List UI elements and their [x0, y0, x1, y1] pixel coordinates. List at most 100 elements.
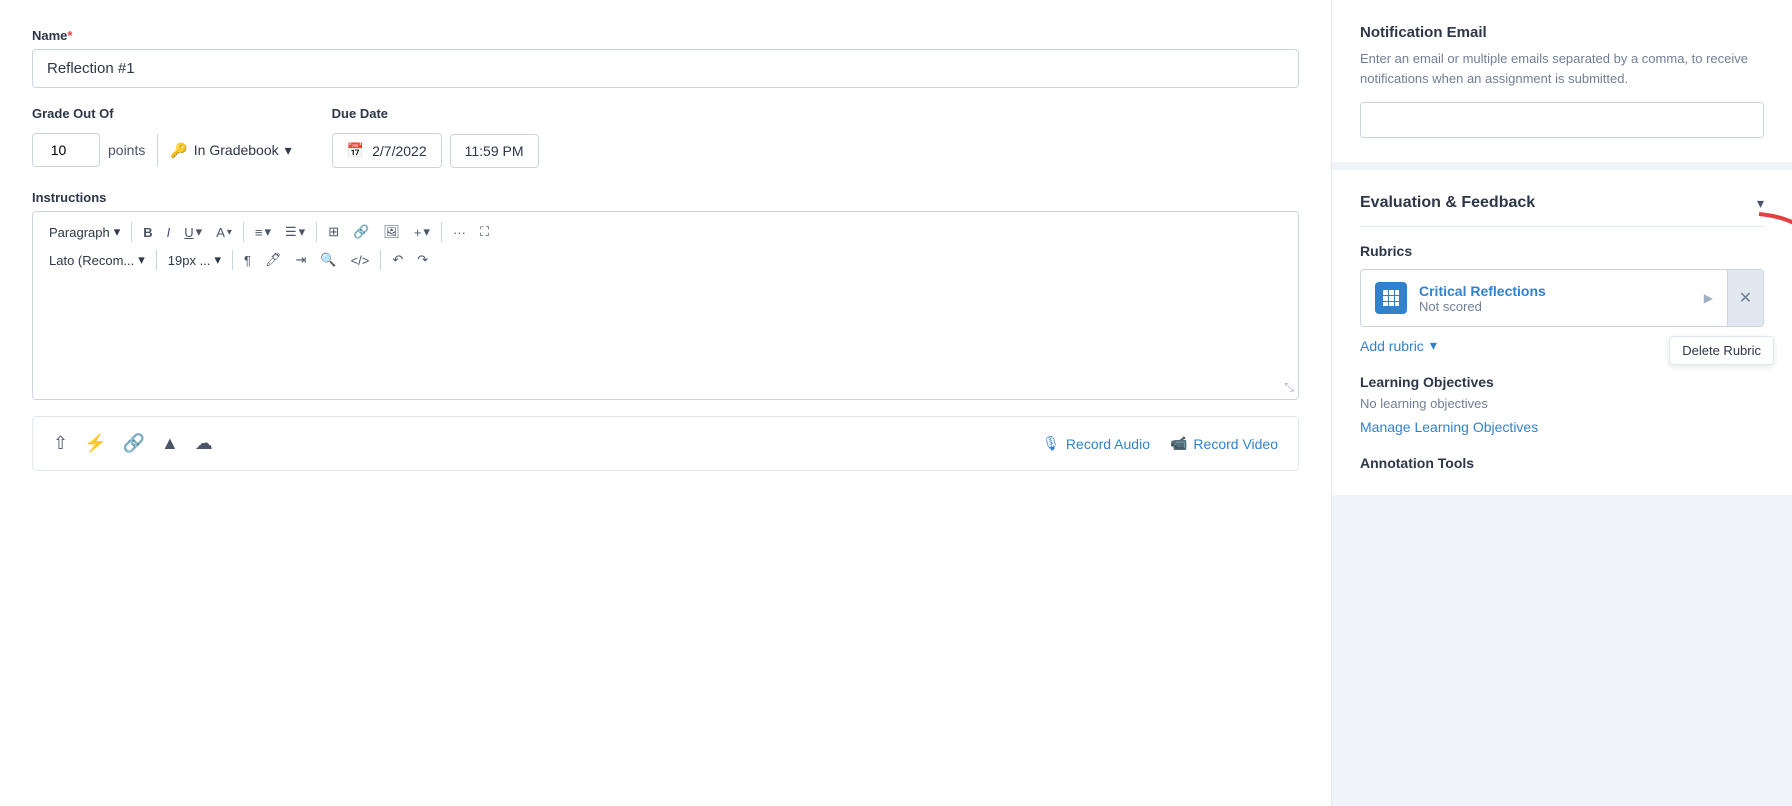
- undo-button[interactable]: ↶: [386, 248, 409, 272]
- align-chevron: ▾: [264, 224, 271, 240]
- cloud-icon[interactable]: ☁: [195, 433, 213, 454]
- microphone-icon: 🎙: [1042, 435, 1060, 452]
- add-rubric-label: Add rubric: [1360, 338, 1424, 354]
- rubric-item-wrapper: Critical Reflections Not scored ▶ ✕: [1360, 269, 1764, 327]
- name-label-text: Name: [32, 28, 67, 43]
- toolbar-sep-6: [232, 250, 233, 270]
- notification-description: Enter an email or multiple emails separa…: [1360, 49, 1764, 88]
- flash-icon[interactable]: ⚡: [84, 433, 106, 454]
- media-bar: ⇧ ⚡ 🔗 ▲ ☁ 🎙 Record Audio 📹 Record Video: [32, 416, 1299, 471]
- font-label: Lato (Recom...: [49, 253, 134, 268]
- rubric-score: Not scored: [1419, 299, 1692, 314]
- assignment-name-input[interactable]: [32, 49, 1299, 88]
- notification-title: Notification Email: [1360, 24, 1764, 41]
- toolbar-row-1: Paragraph ▾ B I U ▾ A▾ ≡ ▾ ☰ ▾ ⊞ 🔗 🖼 + ▾: [43, 220, 1288, 244]
- media-bar-icons: ⇧ ⚡ 🔗 ▲ ☁: [53, 433, 213, 454]
- video-camera-icon: 📹: [1170, 435, 1187, 452]
- due-row: 📅 2/7/2022 11:59 PM: [332, 133, 539, 168]
- required-marker: *: [67, 28, 72, 43]
- more-button[interactable]: ···: [447, 221, 472, 244]
- record-video-button[interactable]: 📹 Record Video: [1170, 435, 1278, 452]
- font-select-button[interactable]: Lato (Recom... ▾: [43, 249, 151, 271]
- grid-svg: [1382, 289, 1400, 307]
- due-date-section: Due Date 📅 2/7/2022 11:59 PM: [332, 106, 539, 168]
- toolbar-sep-1: [131, 222, 132, 242]
- divider: [157, 134, 158, 166]
- underline-button[interactable]: U ▾: [178, 220, 208, 244]
- grade-row: points 🔑 In Gradebook ▾: [32, 133, 292, 167]
- manage-learning-objectives-button[interactable]: Manage Learning Objectives: [1360, 419, 1538, 435]
- grade-label: Grade Out Of: [32, 106, 292, 121]
- bold-button[interactable]: B: [137, 221, 158, 244]
- drive-icon[interactable]: ▲: [161, 433, 179, 454]
- highlight-button[interactable]: 🖊: [259, 248, 288, 272]
- no-objectives-text: No learning objectives: [1360, 396, 1764, 411]
- underline-chevron: ▾: [196, 224, 203, 240]
- add-rubric-chevron-icon: ▾: [1430, 337, 1437, 354]
- notification-section: Notification Email Enter an email or mul…: [1332, 0, 1792, 170]
- eval-header: Evaluation & Feedback ▾: [1360, 194, 1764, 212]
- gradebook-label: In Gradebook: [194, 142, 279, 158]
- learning-objectives-title: Learning Objectives: [1360, 374, 1764, 390]
- editor-body[interactable]: ⤡: [32, 280, 1299, 400]
- font-size-button[interactable]: 19px ... ▾: [162, 249, 227, 271]
- find-button[interactable]: 🔍: [314, 248, 342, 272]
- due-time-button[interactable]: 11:59 PM: [450, 134, 539, 168]
- text-format-button[interactable]: ¶: [238, 249, 257, 272]
- due-date-value: 2/7/2022: [372, 143, 427, 159]
- code-button[interactable]: </>: [345, 249, 376, 272]
- evaluation-section: Evaluation & Feedback ▾ Rubrics: [1332, 170, 1792, 503]
- table-button[interactable]: ⊞: [322, 220, 345, 244]
- resize-handle: ⤡: [1284, 380, 1294, 395]
- name-label: Name*: [32, 28, 1299, 43]
- align-button[interactable]: ≡ ▾: [249, 220, 277, 244]
- image-button[interactable]: 🖼: [377, 220, 406, 244]
- link-button[interactable]: 🔗: [347, 220, 375, 244]
- paragraph-style-button[interactable]: Paragraph ▾: [43, 221, 126, 243]
- arrow-svg: [1754, 209, 1792, 289]
- toolbar-row-2: Lato (Recom... ▾ 19px ... ▾ ¶ 🖊 ⇥ 🔍 </>: [43, 248, 1288, 272]
- list-button[interactable]: ☰ ▾: [279, 220, 311, 244]
- redo-button[interactable]: ↷: [411, 248, 434, 272]
- text-color-chevron: ▾: [227, 227, 232, 238]
- learning-objectives-section: Learning Objectives No learning objectiv…: [1360, 374, 1764, 435]
- grade-due-row: Grade Out Of points 🔑 In Gradebook ▾ Due…: [32, 106, 1299, 168]
- rubric-info: Critical Reflections Not scored: [1419, 283, 1692, 314]
- toolbar-sep-4: [441, 222, 442, 242]
- due-date-label: Due Date: [332, 106, 539, 121]
- italic-button[interactable]: I: [161, 221, 177, 244]
- due-date-button[interactable]: 📅 2/7/2022: [332, 133, 442, 168]
- add-rubric-button[interactable]: Add rubric ▾: [1360, 337, 1437, 354]
- editor-toolbar: Paragraph ▾ B I U ▾ A▾ ≡ ▾ ☰ ▾ ⊞ 🔗 🖼 + ▾: [32, 211, 1299, 280]
- instructions-section: Instructions Paragraph ▾ B I U ▾ A▾ ≡ ▾: [32, 190, 1299, 400]
- upload-icon[interactable]: ⇧: [53, 433, 68, 454]
- record-audio-label: Record Audio: [1066, 436, 1150, 452]
- rubric-expand-icon[interactable]: ▶: [1704, 291, 1713, 305]
- rubric-card: Critical Reflections Not scored ▶: [1360, 269, 1728, 327]
- gradebook-icon: 🔑: [170, 142, 187, 159]
- eval-divider: [1360, 226, 1764, 227]
- toolbar-sep-3: [316, 222, 317, 242]
- paragraph-chevron-icon: ▾: [114, 224, 121, 240]
- indent-button[interactable]: ⇥: [289, 248, 312, 272]
- gradebook-button[interactable]: 🔑 In Gradebook ▾: [170, 142, 291, 159]
- left-panel: Name* Grade Out Of points 🔑 In Gradebook…: [0, 0, 1332, 806]
- insert-plus-button[interactable]: + ▾: [408, 220, 436, 244]
- right-panel: Notification Email Enter an email or mul…: [1332, 0, 1792, 806]
- list-chevron: ▾: [299, 224, 306, 240]
- notification-email-input[interactable]: [1360, 102, 1764, 138]
- text-color-button[interactable]: A▾: [210, 221, 238, 244]
- font-size-chevron: ▾: [214, 252, 221, 268]
- eval-title: Evaluation & Feedback: [1360, 194, 1535, 212]
- link-media-icon[interactable]: 🔗: [123, 433, 145, 454]
- grade-input[interactable]: [32, 133, 100, 167]
- gradebook-chevron-icon: ▾: [285, 142, 292, 159]
- fullscreen-button[interactable]: ⛶: [474, 220, 495, 244]
- rubrics-label: Rubrics: [1360, 243, 1764, 259]
- media-bar-actions: 🎙 Record Audio 📹 Record Video: [1042, 435, 1278, 452]
- record-audio-button[interactable]: 🎙 Record Audio: [1042, 435, 1150, 452]
- delete-rubric-tooltip: Delete Rubric: [1669, 336, 1774, 365]
- record-video-label: Record Video: [1193, 436, 1278, 452]
- rubric-grid-icon: [1375, 282, 1407, 314]
- instructions-label: Instructions: [32, 190, 1299, 205]
